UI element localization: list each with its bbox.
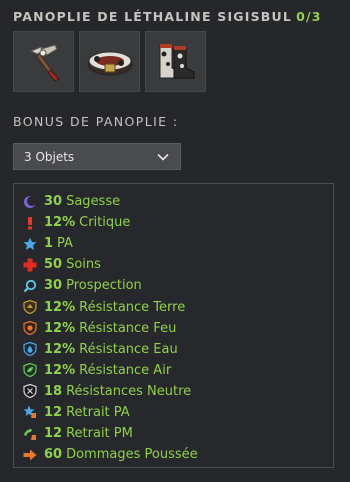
panoply-title: PANOPLIE DE LÉTHALINE SIGISBUL 0/3: [13, 9, 322, 24]
bonus-stats-list: 30 Sagesse 12% Critique 1 PA 50 Soins 30 Pros…: [13, 183, 334, 468]
panoply-items: [13, 31, 206, 92]
stat-value: 60: [44, 447, 63, 463]
stat-row-fire-resistance: 12% Résistance Feu: [23, 318, 333, 339]
belt-item[interactable]: [79, 31, 140, 92]
stat-value: 18: [44, 383, 63, 399]
chevron-down-icon: [157, 153, 169, 161]
stat-row-ap: 1 PA: [23, 233, 333, 254]
weapon-item[interactable]: [13, 31, 74, 92]
stat-row-ap-reduction: 12 Retrait PA: [23, 402, 333, 423]
pushback-icon: [23, 448, 37, 462]
stat-row-earth-resistance: 12% Résistance Terre: [23, 296, 333, 317]
stat-row-neutral-resistance: 18 Résistances Neutre: [23, 381, 333, 402]
water-resistance-icon: [23, 342, 37, 357]
stat-label: Résistances Neutre: [66, 383, 192, 399]
earth-resistance-icon: [23, 300, 37, 315]
bonus-title: BONUS DE PANOPLIE :: [13, 114, 179, 129]
pickaxe-icon: [29, 43, 60, 82]
stat-label: PA: [57, 236, 73, 252]
stat-label: Retrait PM: [66, 426, 133, 442]
fire-resistance-icon: [23, 321, 37, 336]
stat-value: 30: [44, 278, 63, 294]
stat-label: Résistance Eau: [79, 341, 178, 357]
stat-row-mp-reduction: 12 Retrait PM: [23, 423, 333, 444]
stat-label: Sagesse: [66, 194, 121, 210]
stat-row-prospecting: 30 Prospection: [23, 275, 333, 296]
stat-row-critical: 12% Critique: [23, 212, 333, 233]
ap-star-icon: [23, 237, 37, 251]
heal-cross-icon: [23, 258, 37, 272]
stat-label: Résistance Terre: [79, 299, 186, 315]
stat-label: Résistance Feu: [79, 320, 177, 336]
prospecting-icon: [23, 279, 37, 293]
stat-label: Dommages Poussée: [66, 447, 198, 463]
stat-row-heals: 50 Soins: [23, 254, 333, 275]
stat-value: 50: [44, 257, 63, 273]
item-count-value: 3 Objets: [24, 149, 75, 164]
stat-row-water-resistance: 12% Résistance Eau: [23, 339, 333, 360]
boots-icon: [159, 43, 194, 78]
stat-row-pushback-damage: 60 Dommages Poussée: [23, 444, 333, 465]
belt-icon: [87, 51, 132, 75]
air-resistance-icon: [23, 363, 37, 378]
stat-value: 12%: [44, 215, 76, 231]
stat-value: 12: [44, 426, 63, 442]
boots-item[interactable]: [145, 31, 206, 92]
stat-value: 12: [44, 404, 63, 420]
mp-reduction-icon: [23, 427, 37, 441]
stat-label: Retrait PA: [66, 404, 130, 420]
item-count-select[interactable]: 3 Objets: [13, 143, 181, 170]
stat-label: Critique: [79, 215, 131, 231]
panoply-count: 0/3: [296, 9, 322, 24]
stat-value: 30: [44, 194, 63, 210]
stat-value: 1: [44, 236, 54, 252]
ap-reduction-icon: [23, 405, 37, 419]
stat-value: 12%: [44, 341, 76, 357]
stat-value: 12%: [44, 320, 76, 336]
wisdom-icon: [23, 195, 37, 209]
stat-row-wisdom: 30 Sagesse: [23, 191, 333, 212]
stat-label: Prospection: [66, 278, 142, 294]
stat-value: 12%: [44, 299, 76, 315]
stat-label: Soins: [66, 257, 101, 273]
neutral-resistance-icon: [23, 384, 37, 399]
stat-label: Résistance Air: [79, 362, 172, 378]
stat-row-air-resistance: 12% Résistance Air: [23, 360, 333, 381]
stat-value: 12%: [44, 362, 76, 378]
panoply-name: PANOPLIE DE LÉTHALINE SIGISBUL: [13, 9, 293, 24]
critical-icon: [23, 216, 37, 230]
